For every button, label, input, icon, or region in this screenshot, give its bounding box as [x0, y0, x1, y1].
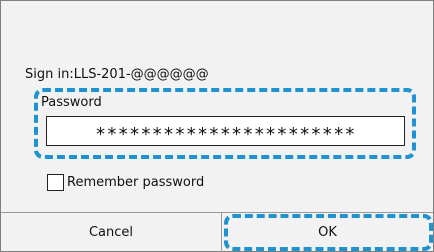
- remember-password-label: Remember password: [67, 174, 205, 190]
- sign-in-dialog: Sign in:LLS-201-@@@@@@ Password ********…: [0, 0, 434, 252]
- remember-password-checkbox[interactable]: [47, 174, 64, 191]
- remember-password-row[interactable]: Remember password: [47, 174, 204, 191]
- password-input[interactable]: ***********************: [46, 116, 405, 146]
- password-label: Password: [41, 95, 102, 110]
- sign-in-text: Sign in:LLS-201-@@@@@@: [25, 67, 209, 82]
- cancel-button[interactable]: Cancel: [1, 213, 221, 252]
- ok-button[interactable]: OK: [222, 213, 433, 252]
